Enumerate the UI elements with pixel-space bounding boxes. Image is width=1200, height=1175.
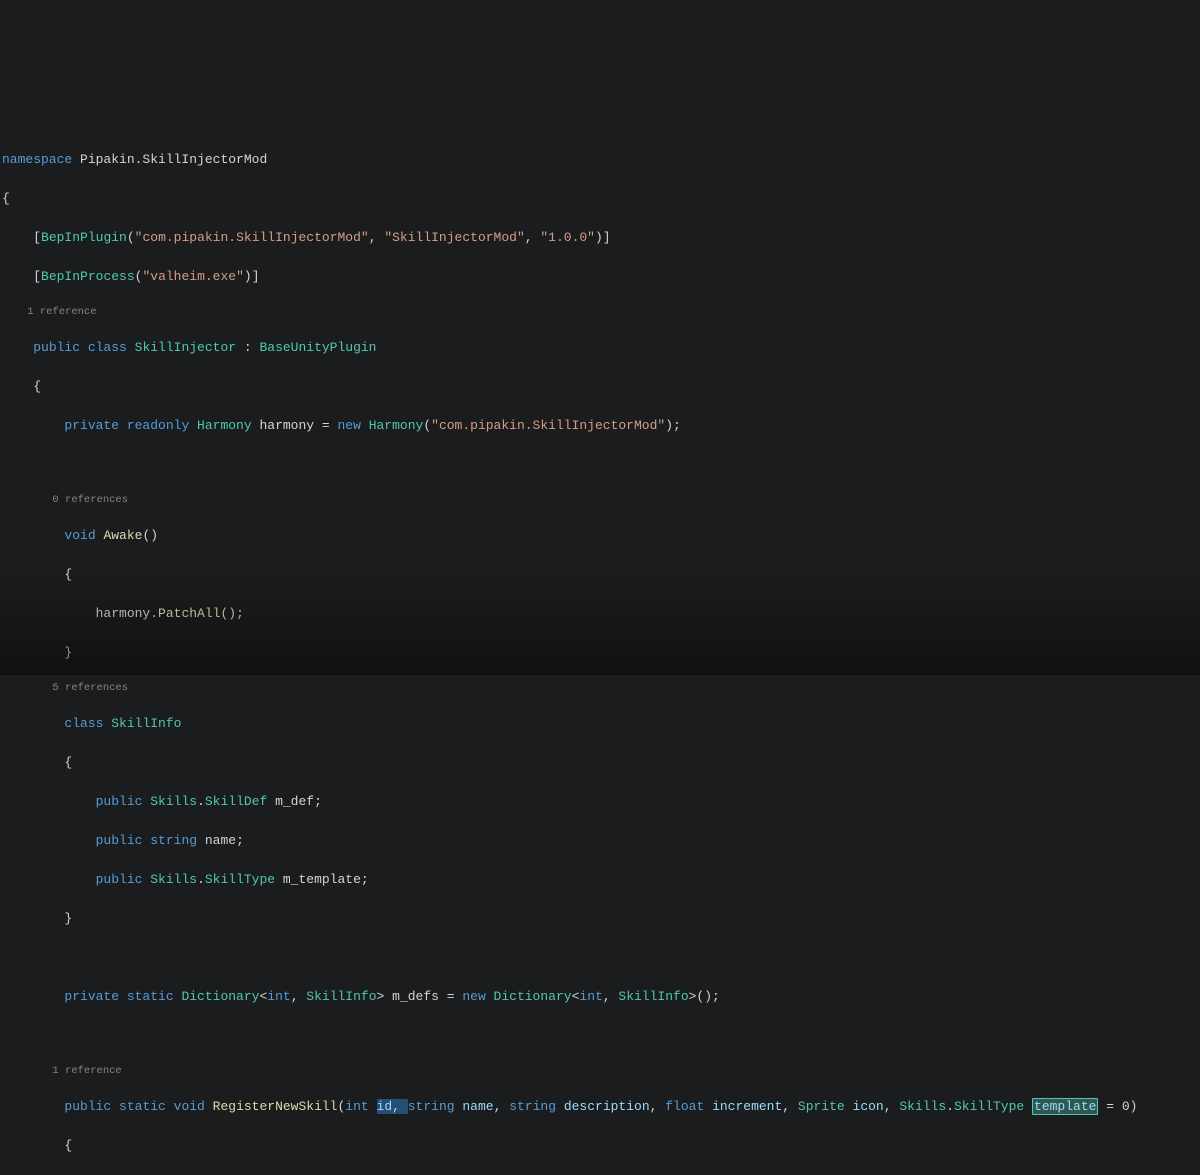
code-line: [BepInPlugin("com.pipakin.SkillInjectorM…	[2, 228, 1200, 248]
code-line	[2, 948, 1200, 968]
code-line: private readonly Harmony harmony = new H…	[2, 416, 1200, 436]
codelens-reference[interactable]: 5 references	[2, 682, 1200, 695]
code-line: public string name;	[2, 831, 1200, 851]
code-line: public static void RegisterNewSkill(int …	[2, 1097, 1200, 1117]
highlighted-token: template	[1032, 1098, 1098, 1115]
codelens-reference[interactable]: 0 references	[2, 494, 1200, 507]
code-line: public Skills.SkillType m_template;	[2, 870, 1200, 890]
code-line: }	[2, 643, 1200, 663]
code-line: public class SkillInjector : BaseUnityPl…	[2, 338, 1200, 358]
code-line: {	[2, 377, 1200, 397]
code-line	[2, 455, 1200, 475]
code-line: }	[2, 909, 1200, 929]
codelens-reference[interactable]: 1 reference	[2, 306, 1200, 319]
code-line: {	[2, 753, 1200, 773]
code-line: class SkillInfo	[2, 714, 1200, 734]
code-line: harmony.PatchAll();	[2, 604, 1200, 624]
code-line: namespace Pipakin.SkillInjectorMod	[2, 150, 1200, 170]
code-line: {	[2, 1136, 1200, 1156]
code-line: public Skills.SkillDef m_def;	[2, 792, 1200, 812]
codelens-reference[interactable]: 1 reference	[2, 1065, 1200, 1078]
text-selection: id,	[377, 1099, 408, 1114]
code-line: {	[2, 565, 1200, 585]
code-line: private static Dictionary<int, SkillInfo…	[2, 987, 1200, 1007]
code-line: void Awake()	[2, 526, 1200, 546]
code-editor[interactable]: namespace Pipakin.SkillInjectorMod { [Be…	[0, 0, 1200, 1175]
code-line: {	[2, 189, 1200, 209]
code-line	[2, 1026, 1200, 1046]
code-line: [BepInProcess("valheim.exe")]	[2, 267, 1200, 287]
